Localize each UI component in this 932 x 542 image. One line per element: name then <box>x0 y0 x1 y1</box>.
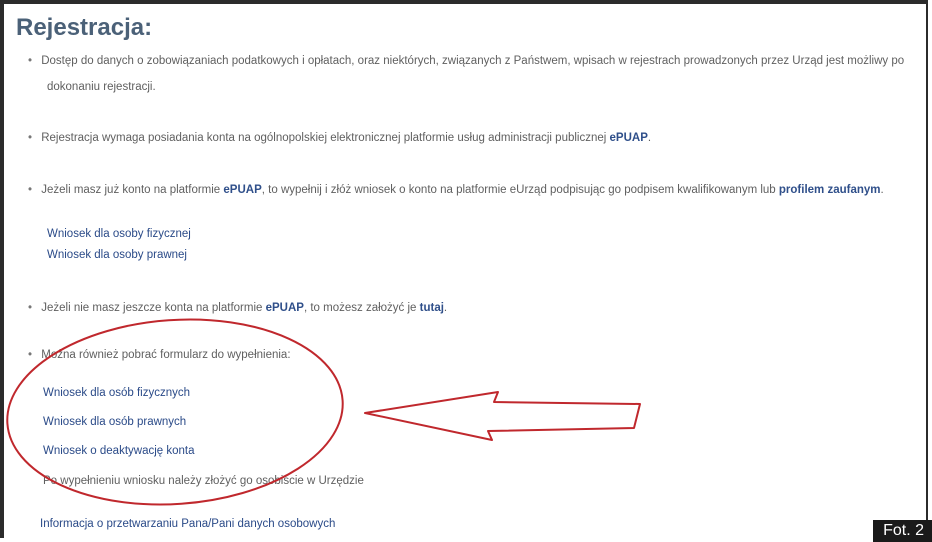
link-wniosek-osoba-fizyczna[interactable]: Wniosek dla osoby fizycznej <box>47 228 191 240</box>
bullet-existing-account: Jeżeli masz już konto na platformie ePUA… <box>28 179 908 201</box>
epuap-label-3: ePUAP <box>265 302 304 314</box>
photo-label: Fot. 2 <box>873 520 932 542</box>
bullet-epuap-text: Rejestracja wymaga posiadania konta na o… <box>41 132 607 144</box>
link-wniosek-osob-fizycznych[interactable]: Wniosek dla osób fizycznych <box>43 387 190 399</box>
bullet-epuap-end: . <box>647 132 652 144</box>
bullet-no-account-end: . <box>443 302 448 314</box>
bullet-download-form: Można również pobrać formularz do wypełn… <box>28 344 908 366</box>
link-informacja-dane-osobowe[interactable]: Informacja o przetwarzaniu Pana/Pani dan… <box>40 518 335 530</box>
bullet-existing-text-pre: Jeżeli masz już konto na platformie <box>41 184 221 196</box>
bullet-access-text: Dostęp do danych o zobowiązaniach podatk… <box>41 55 905 67</box>
tutaj-link[interactable]: tutaj <box>420 302 444 314</box>
bullet-no-account-mid: , to możesz założyć je <box>303 302 417 314</box>
epuap-label-2: ePUAP <box>223 184 262 196</box>
epuap-label: ePUAP <box>609 132 648 144</box>
bullet-epuap-requirement: Rejestracja wymaga posiadania konta na o… <box>28 127 908 149</box>
bullet-existing-text-mid: , to wypełnij i złóż wniosek o konto na … <box>261 184 776 196</box>
link-wniosek-deaktywacja[interactable]: Wniosek o deaktywację konta <box>43 445 195 457</box>
bullet-no-account: Jeżeli nie masz jeszcze konta na platfor… <box>28 297 908 319</box>
link-wniosek-osoba-prawna[interactable]: Wniosek dla osoby prawnej <box>47 249 187 261</box>
bullet-download-text: Można również pobrać formularz do wypełn… <box>41 349 291 361</box>
note-submit-in-person: Po wypełnieniu wniosku należy złożyć go … <box>43 475 364 487</box>
profil-zaufany-link[interactable]: profilem zaufanym <box>779 184 881 196</box>
bullet-access-continuation: dokonaniu rejestracji. <box>47 81 156 93</box>
bullet-existing-end: . <box>880 184 884 196</box>
link-wniosek-osob-prawnych[interactable]: Wniosek dla osób prawnych <box>43 416 186 428</box>
bullet-access-info: Dostęp do danych o zobowiązaniach podatk… <box>28 50 908 72</box>
page-title: Rejestracja: <box>16 14 153 41</box>
bullet-no-account-pre: Jeżeli nie masz jeszcze konta na platfor… <box>41 302 263 314</box>
